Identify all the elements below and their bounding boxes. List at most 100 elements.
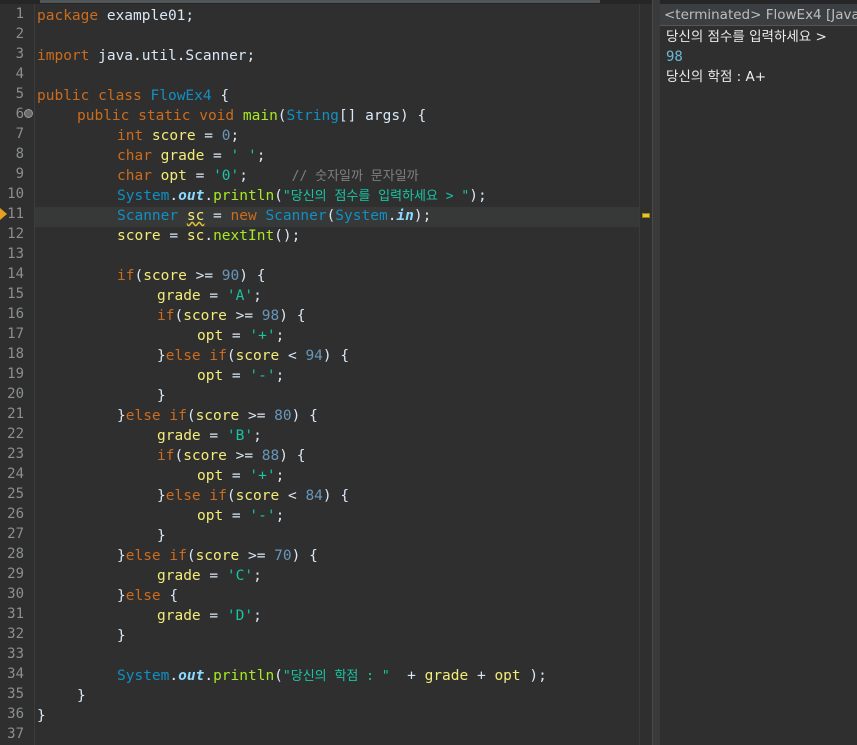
variable-token: grade <box>157 568 201 584</box>
code-text: . <box>169 188 179 204</box>
line-number: 6 <box>15 106 24 122</box>
code-line-10[interactable]: System.out.println("당신의 점수를 입력하세요 > "); <box>117 186 487 206</box>
line-number: 32 <box>7 626 24 642</box>
line-number: 31 <box>7 606 24 622</box>
code-line-7[interactable]: int score = 0; <box>117 126 239 146</box>
variable-token: score <box>183 308 227 324</box>
code-line-17[interactable]: opt = '+'; <box>197 326 284 346</box>
keyword-token: else if <box>125 548 187 564</box>
code-text: ( <box>274 188 283 204</box>
code-line-3[interactable]: import java.util.Scanner; <box>37 46 255 66</box>
variable-token: grade <box>157 288 201 304</box>
code-line-36[interactable]: } <box>37 706 46 726</box>
line-number: 8 <box>15 146 24 162</box>
code-line-30[interactable]: }else { <box>117 586 178 606</box>
keyword-token: if <box>157 448 175 464</box>
code-line-8[interactable]: char grade = ' '; <box>117 146 265 166</box>
code-text: < <box>279 348 306 364</box>
variable-token: score <box>235 488 280 504</box>
line-number: 16 <box>7 306 24 322</box>
keyword-token: else if <box>165 348 227 364</box>
line-number: 26 <box>7 506 24 522</box>
fold-toggle-icon[interactable] <box>24 109 33 118</box>
code-text: ) { <box>322 348 350 364</box>
code-line-29[interactable]: grade = 'C'; <box>157 566 262 586</box>
code-text: } <box>157 348 166 364</box>
pane-splitter[interactable] <box>652 0 660 745</box>
code-line-28[interactable]: }else if(score >= 70) { <box>117 546 318 566</box>
code-line-16[interactable]: if(score >= 98) { <box>157 306 305 326</box>
code-line-6[interactable]: public static void main(String[] args) { <box>77 106 426 126</box>
line-number: 20 <box>7 386 24 402</box>
line-number: 10 <box>7 186 24 202</box>
keyword-token: package <box>37 8 99 24</box>
line-number: 17 <box>7 326 24 342</box>
code-line-12[interactable]: score = sc.nextInt(); <box>117 226 300 246</box>
code-text: ; <box>275 368 285 384</box>
method-token: println <box>213 188 275 204</box>
console-view[interactable]: <terminated> FlowEx4 [Java 당신의 점수를 입력하세요… <box>660 0 857 745</box>
code-text: = <box>223 508 250 524</box>
code-text: ( <box>186 408 196 424</box>
keyword-token: if <box>117 268 135 284</box>
code-line-18[interactable]: }else if(score < 94) { <box>157 346 349 366</box>
code-line-20[interactable]: } <box>157 386 166 406</box>
code-line-25[interactable]: }else if(score < 84) { <box>157 486 349 506</box>
code-text: example01; <box>98 8 195 24</box>
line-number: 11 <box>7 206 24 222</box>
code-line-27[interactable]: } <box>157 526 166 546</box>
code-text: ( <box>226 348 236 364</box>
code-text: ; <box>253 428 262 444</box>
code-editor[interactable]: 1 2 3 4 5 6 7 8 9 10 11 12 13 14 15 16 1… <box>0 0 652 745</box>
code-line-21[interactable]: }else if(score >= 80) { <box>117 406 318 426</box>
line-number: 24 <box>7 466 24 482</box>
variable-token: grade <box>160 148 205 164</box>
code-area[interactable]: package example01; import java.util.Scan… <box>34 4 640 745</box>
line-number: 30 <box>7 586 24 602</box>
code-text: (); <box>274 228 301 244</box>
code-text: } <box>117 548 126 564</box>
code-line-34[interactable]: System.out.println("당신의 학점 : " + grade +… <box>117 666 547 686</box>
code-line-22[interactable]: grade = 'B'; <box>157 426 262 446</box>
code-line-31[interactable]: grade = 'D'; <box>157 606 262 626</box>
code-text: { <box>160 588 179 604</box>
code-line-5[interactable]: public class FlowEx4 { <box>37 86 229 106</box>
code-line-11[interactable]: Scanner sc = new Scanner(System.in); <box>117 206 431 226</box>
code-text: + <box>389 668 425 684</box>
code-text: } <box>157 388 166 404</box>
line-number: 22 <box>7 426 24 442</box>
keyword-token: class <box>89 88 151 104</box>
code-line-15[interactable]: grade = 'A'; <box>157 286 262 306</box>
code-line-19[interactable]: opt = '-'; <box>197 366 284 386</box>
code-line-14[interactable]: if(score >= 90) { <box>117 266 265 286</box>
overview-ruler[interactable] <box>639 4 652 745</box>
code-line-9[interactable]: char opt = '0'; // 숫자일까 문자일까 <box>117 166 419 186</box>
code-text: ) { <box>279 448 306 464</box>
code-line-35[interactable]: } <box>77 686 86 706</box>
line-number: 19 <box>7 366 24 382</box>
code-text: >= <box>239 408 275 424</box>
warning-marker-icon[interactable] <box>642 213 650 218</box>
code-text: ( <box>326 208 336 224</box>
line-number: 3 <box>15 46 24 62</box>
code-line-32[interactable]: } <box>117 626 126 646</box>
line-number: 2 <box>15 26 24 42</box>
string-token: 'C' <box>226 568 254 584</box>
code-line-23[interactable]: if(score >= 88) { <box>157 446 305 466</box>
code-text: ; <box>239 168 292 184</box>
line-number: 1 <box>15 6 24 22</box>
code-line-1[interactable]: package example01; <box>37 6 194 26</box>
code-text: ( <box>174 308 184 324</box>
variable-token: opt <box>197 368 224 384</box>
method-token: println <box>213 668 275 684</box>
code-text: < <box>279 488 306 504</box>
line-number: 37 <box>7 726 24 742</box>
code-line-26[interactable]: opt = '-'; <box>197 506 284 526</box>
line-number: 4 <box>15 66 24 82</box>
code-line-24[interactable]: opt = '+'; <box>197 466 284 486</box>
code-text: ; <box>275 508 285 524</box>
comment-token: // 숫자일까 문자일까 <box>291 169 419 184</box>
code-text: { <box>211 88 230 104</box>
string-token: 'A' <box>226 288 254 304</box>
string-token: ' ' <box>230 148 257 164</box>
